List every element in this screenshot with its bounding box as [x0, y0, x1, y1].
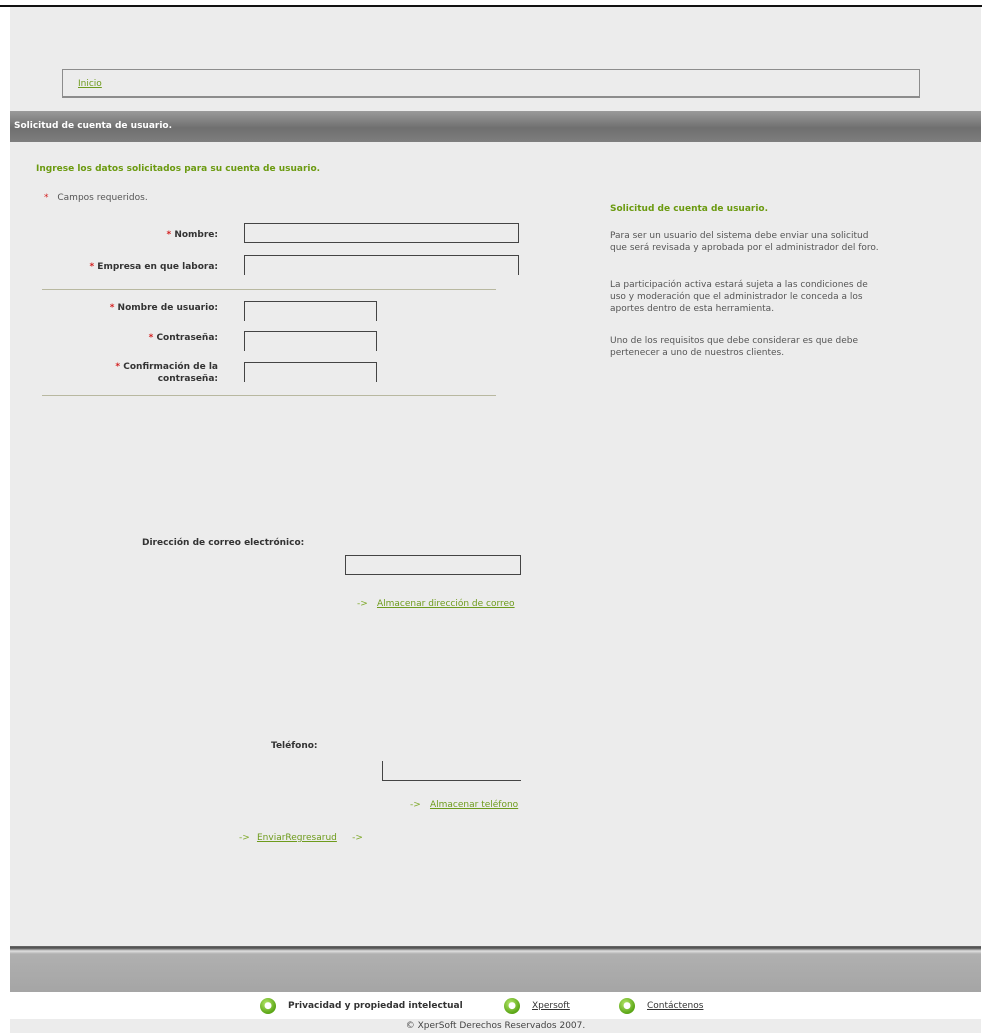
- breadcrumb: Inicio: [62, 69, 920, 98]
- confirmacion-label: * Confirmación de la contraseña:: [115, 362, 218, 384]
- store-phone-link[interactable]: Almacenar teléfono: [430, 800, 518, 810]
- nombre-label: * Nombre:: [166, 230, 218, 240]
- phone-label: Teléfono:: [271, 741, 318, 751]
- nombre-input[interactable]: [244, 223, 519, 243]
- usuario-label: * Nombre de usuario:: [109, 303, 218, 313]
- divider: [42, 395, 496, 396]
- footer-xpersoft: ● Xpersoft: [504, 998, 570, 1014]
- sidebar-paragraph: Uno de los requisitos que debe considera…: [610, 336, 859, 358]
- store-email-link[interactable]: Almacenar dirección de correo: [377, 599, 515, 609]
- lock-icon: ●: [504, 998, 520, 1014]
- xpersoft-link[interactable]: Xpersoft: [532, 1001, 570, 1011]
- email-action: -> Almacenar dirección de correo: [357, 598, 515, 609]
- sidebar-title: Solicitud de cuenta de usuario.: [610, 204, 769, 214]
- required-star: *: [44, 193, 49, 203]
- arrow-icon: ->: [357, 599, 368, 609]
- footer-contact: ● Contáctenos: [619, 998, 703, 1014]
- footer-bar: [10, 946, 981, 992]
- arrow-icon: ->: [410, 800, 421, 810]
- phone-input[interactable]: [382, 761, 521, 781]
- email-input[interactable]: [345, 555, 521, 575]
- divider: [42, 289, 496, 290]
- submit-link[interactable]: EnviarRegresarud: [257, 833, 337, 843]
- usuario-input[interactable]: [244, 301, 377, 321]
- sidebar-paragraph: Para ser un usuario del sistema debe env…: [610, 231, 879, 253]
- lock-icon: ●: [260, 998, 276, 1014]
- section-title: Solicitud de cuenta de usuario.: [14, 121, 173, 131]
- contrasena-input[interactable]: [244, 331, 377, 351]
- confirmacion-input[interactable]: [244, 362, 377, 382]
- copyright: © XperSoft Derechos Reservados 2007.: [405, 1021, 586, 1031]
- empresa-input[interactable]: [244, 255, 519, 275]
- required-note-row: * Campos requeridos.: [44, 193, 148, 203]
- page: Inicio Solicitud de cuenta de usuario. I…: [10, 7, 981, 1033]
- breadcrumb-home-link[interactable]: Inicio: [78, 79, 102, 89]
- contact-link[interactable]: Contáctenos: [647, 1001, 703, 1011]
- sidebar-paragraph: La participación activa estará sujeta a …: [610, 280, 868, 314]
- section-header: Solicitud de cuenta de usuario.: [10, 111, 981, 142]
- contrasena-label: * Contraseña:: [148, 333, 218, 343]
- lock-icon: ●: [619, 998, 635, 1014]
- privacy-text: Privacidad y propiedad intelectual: [288, 1001, 463, 1011]
- phone-action: -> Almacenar teléfono: [410, 799, 518, 810]
- required-note: Campos requeridos.: [57, 193, 148, 203]
- email-label: Dirección de correo electrónico:: [142, 538, 305, 548]
- empresa-label: * Empresa en que labora:: [89, 262, 218, 272]
- form-intro: Ingrese los datos solicitados para su cu…: [36, 164, 321, 174]
- arrow-icon: ->: [239, 833, 250, 843]
- footer-privacy: ● Privacidad y propiedad intelectual: [260, 998, 463, 1014]
- arrow-icon: ->: [352, 833, 363, 843]
- footer-links: ● Privacidad y propiedad intelectual ● X…: [10, 992, 981, 1019]
- submit-action: -> EnviarRegresarud ->: [239, 832, 363, 843]
